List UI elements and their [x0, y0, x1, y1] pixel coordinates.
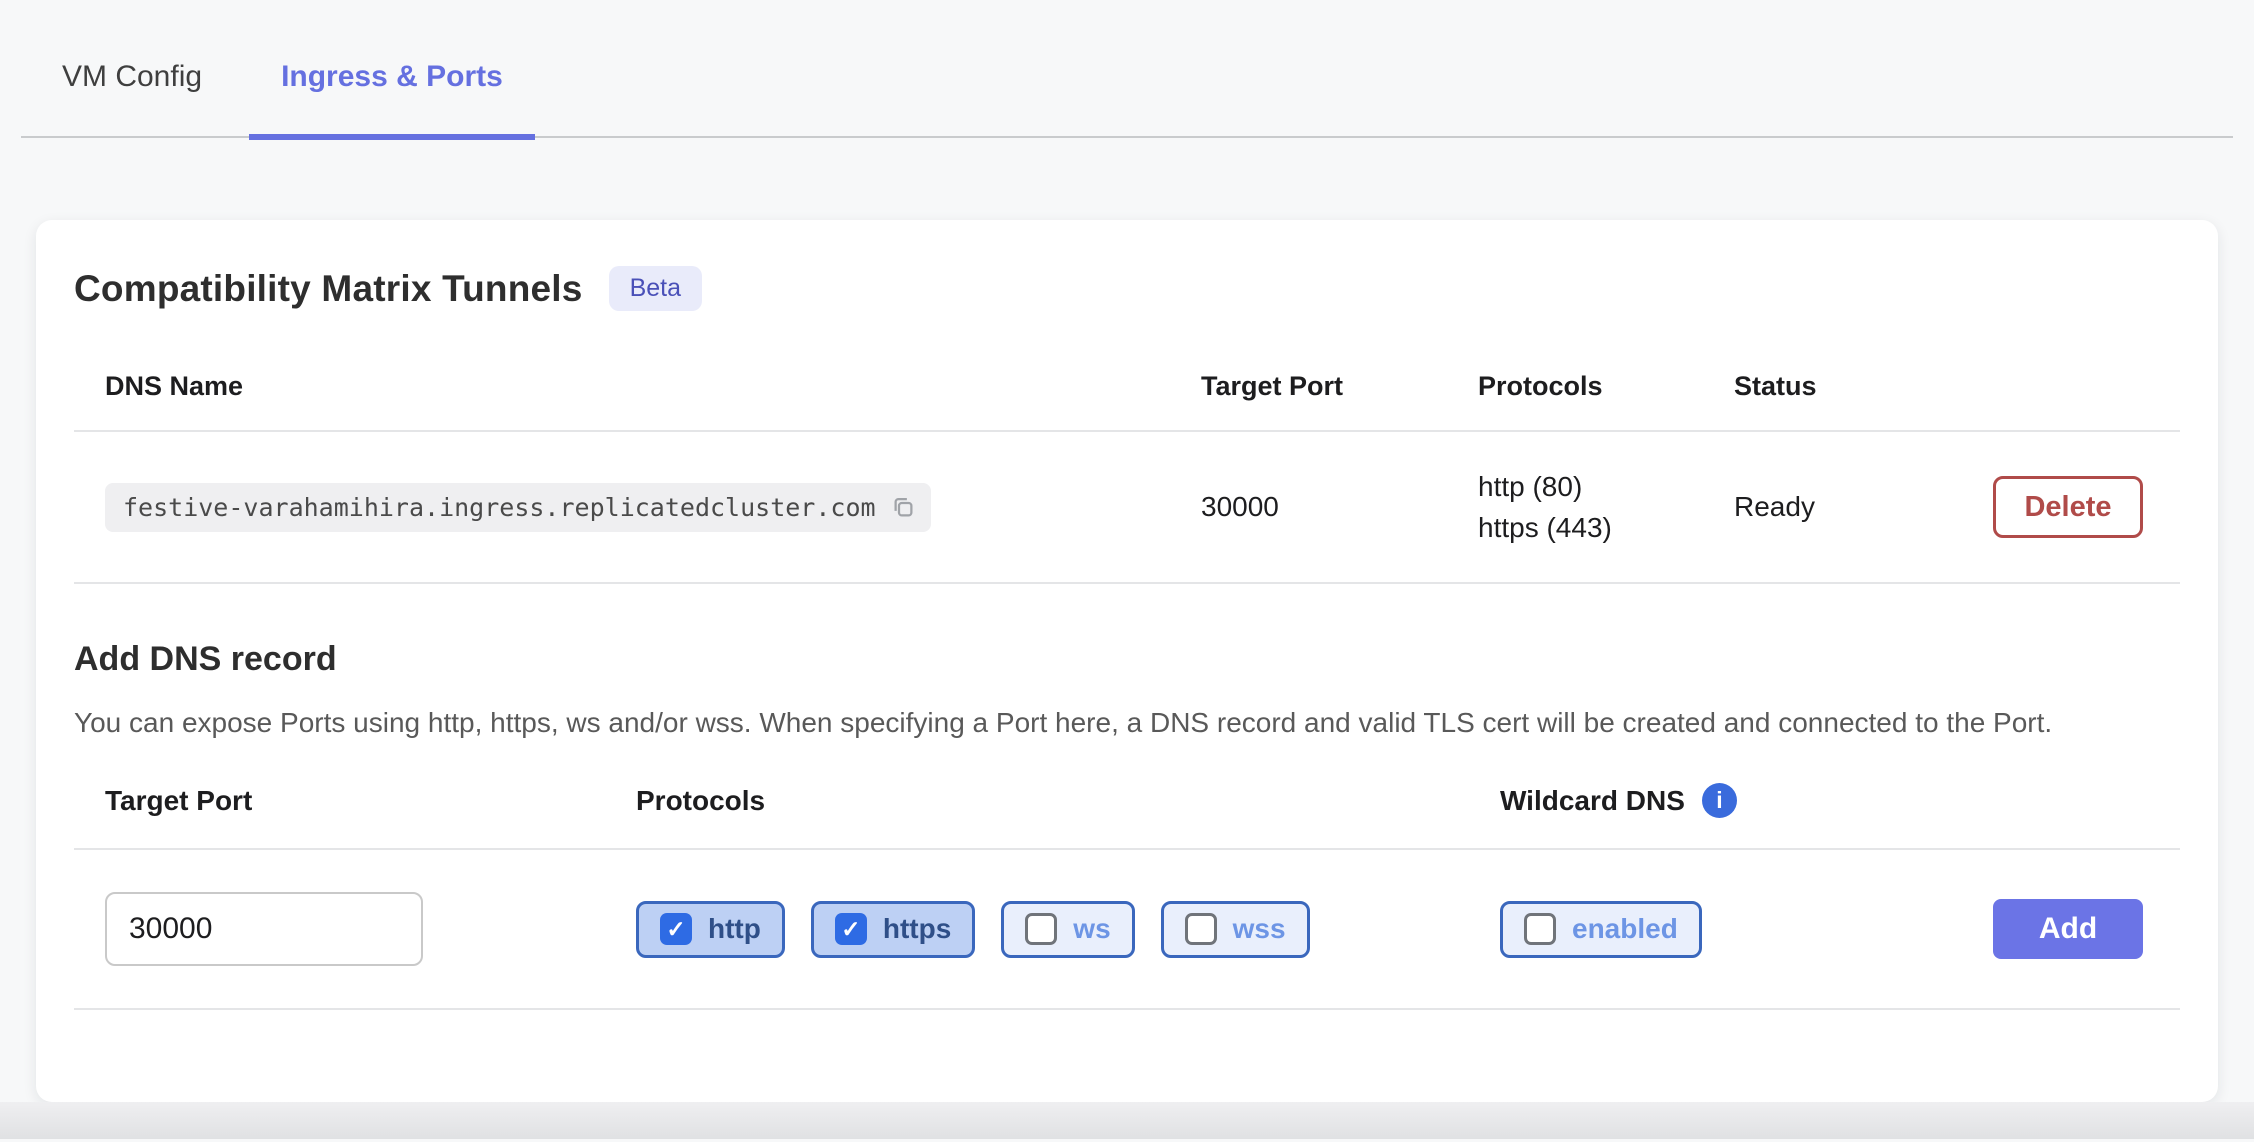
- page-bottom-strip: [0, 1102, 2254, 1139]
- add-form-labels: Target Port Protocols Wildcard DNS i: [74, 743, 2180, 850]
- tunnels-table: DNS Name Target Port Protocols Status fe…: [74, 349, 2180, 584]
- add-form-controls: ✓ http ✓ https ws wss enabled Add: [74, 850, 2180, 1010]
- wildcard-enabled-checkbox[interactable]: enabled: [1500, 901, 1702, 958]
- add-dns-record-title: Add DNS record: [74, 640, 2180, 679]
- row-protocol-https: https (443): [1478, 507, 1734, 548]
- checkbox-unchecked-icon: [1185, 913, 1217, 945]
- tab-bar: VM Config Ingress & Ports: [21, 0, 2233, 138]
- beta-badge: Beta: [609, 266, 702, 311]
- label-wildcard-dns: Wildcard DNS: [1500, 785, 1685, 817]
- checkbox-checked-icon: ✓: [660, 913, 692, 945]
- table-header-row: DNS Name Target Port Protocols Status: [74, 349, 2180, 432]
- wildcard-chip-label: enabled: [1572, 913, 1678, 945]
- protocol-checkbox-http[interactable]: ✓ http: [636, 901, 785, 958]
- page-title: Compatibility Matrix Tunnels: [74, 268, 583, 310]
- checkbox-checked-icon: ✓: [835, 913, 867, 945]
- row-protocol-http: http (80): [1478, 466, 1734, 507]
- protocol-checkbox-https[interactable]: ✓ https: [811, 901, 975, 958]
- add-dns-record-description: You can expose Ports using http, https, …: [74, 703, 2154, 743]
- tab-vm-config[interactable]: VM Config: [30, 60, 234, 136]
- protocol-chips: ✓ http ✓ https ws wss: [636, 901, 1500, 958]
- add-button[interactable]: Add: [1993, 899, 2143, 959]
- copy-icon[interactable]: [890, 494, 917, 521]
- protocol-checkbox-wss[interactable]: wss: [1161, 901, 1310, 958]
- protocol-chip-label: https: [883, 913, 951, 945]
- dns-name-pill: festive-varahamihira.ingress.replicatedc…: [105, 483, 931, 532]
- protocol-chip-label: http: [708, 913, 761, 945]
- row-protocols: http (80) https (443): [1478, 466, 1734, 548]
- table-row: festive-varahamihira.ingress.replicatedc…: [74, 432, 2180, 584]
- dns-name-text: festive-varahamihira.ingress.replicatedc…: [123, 493, 876, 522]
- protocol-checkbox-ws[interactable]: ws: [1001, 901, 1134, 958]
- tab-ingress-ports[interactable]: Ingress & Ports: [249, 60, 535, 136]
- col-header-protocols: Protocols: [1478, 371, 1734, 402]
- delete-button[interactable]: Delete: [1993, 476, 2143, 538]
- row-target-port: 30000: [1201, 491, 1478, 523]
- info-icon[interactable]: i: [1702, 783, 1737, 818]
- checkbox-unchecked-icon: [1025, 913, 1057, 945]
- checkbox-unchecked-icon: [1524, 913, 1556, 945]
- col-header-dns-name: DNS Name: [74, 371, 1201, 402]
- card-title-row: Compatibility Matrix Tunnels Beta: [74, 220, 2180, 311]
- target-port-input[interactable]: [105, 892, 423, 966]
- row-status: Ready: [1734, 491, 1993, 523]
- col-header-status: Status: [1734, 371, 1993, 402]
- protocol-chip-label: ws: [1073, 913, 1110, 945]
- col-header-target-port: Target Port: [1201, 371, 1478, 402]
- tunnels-card: Compatibility Matrix Tunnels Beta DNS Na…: [36, 220, 2218, 1102]
- label-target-port: Target Port: [74, 785, 636, 817]
- label-protocols: Protocols: [636, 785, 1500, 817]
- protocol-chip-label: wss: [1233, 913, 1286, 945]
